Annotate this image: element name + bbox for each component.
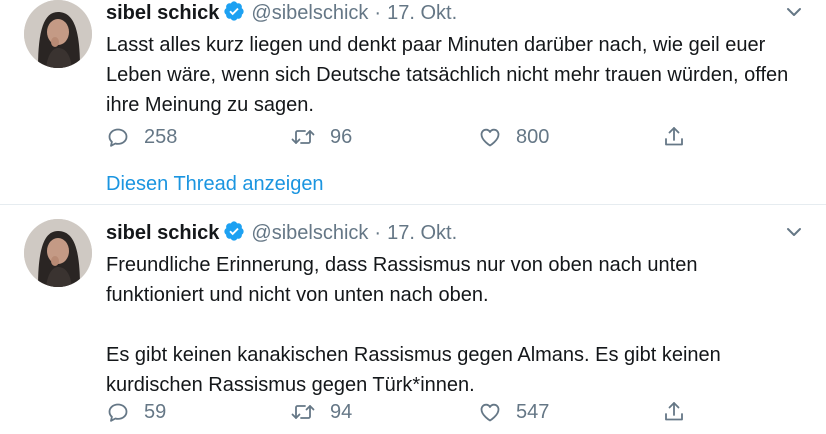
verified-badge-icon [223,0,245,28]
like-icon [480,403,500,422]
tweet-actions: 59 94 547 [106,399,706,425]
author-handle[interactable]: @sibelschick [251,222,368,244]
tweet-text: Lasst alles kurz liegen und denkt paar M… [106,34,789,116]
retweet-button[interactable]: 94 [290,399,352,425]
verified-badge-icon [223,220,245,248]
retweet-icon [291,405,315,419]
reply-count: 59 [144,400,167,423]
share-button[interactable] [662,124,686,150]
reply-icon [108,403,128,422]
chevron-down-icon[interactable] [784,2,804,22]
divider [0,204,826,205]
share-button[interactable] [662,399,686,425]
share-icon [665,127,683,146]
avatar-photo [24,219,92,287]
show-thread-link[interactable]: Diesen Thread anzeigen [106,173,324,196]
like-button[interactable]: 800 [478,124,549,150]
retweet-icon [291,130,315,144]
tweet-actions: 258 96 800 [106,124,706,150]
tweet-header: sibel schick @sibelschick · 17. Okt. [106,220,457,246]
like-count: 800 [516,125,550,148]
author-name[interactable]: sibel schick [106,222,219,244]
reply-icon [108,128,128,147]
share-icon [665,402,683,421]
avatar[interactable] [24,219,92,287]
retweet-count: 94 [330,400,353,423]
like-icon [480,128,500,147]
retweet-count: 96 [330,125,353,148]
chevron-down-icon[interactable] [784,222,804,242]
tweet-header: sibel schick @sibelschick · 17. Okt. [106,0,457,26]
author-handle[interactable]: @sibelschick [251,2,368,24]
separator: · [374,2,382,24]
reply-button[interactable]: 258 [106,124,177,150]
tweet-date[interactable]: 17. Okt. [387,222,457,244]
avatar[interactable] [24,0,92,68]
like-count: 547 [516,400,550,423]
reply-button[interactable]: 59 [106,399,166,425]
tweet-date[interactable]: 17. Okt. [387,2,457,24]
tweet-text: Freundliche Erinnerung, dass Rassismus n… [106,254,721,396]
author-name[interactable]: sibel schick [106,2,219,24]
separator: · [374,222,382,244]
reply-count: 258 [144,125,178,148]
avatar-photo [24,0,92,68]
like-button[interactable]: 547 [478,399,549,425]
retweet-button[interactable]: 96 [290,124,352,150]
